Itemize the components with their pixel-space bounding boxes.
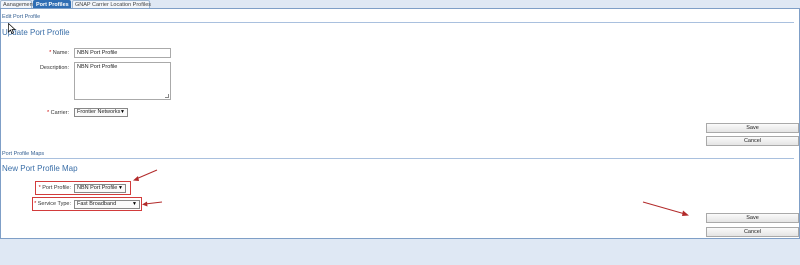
annotation-arrow-icon [133, 169, 158, 181]
carrier-select[interactable]: Frontier Networks ▼ [74, 108, 128, 117]
description-field[interactable]: NBN Port Profile [74, 62, 171, 100]
annotation-arrow-icon [142, 201, 163, 207]
required-marker: * [38, 185, 41, 191]
chevron-down-icon: ▼ [132, 201, 137, 207]
annotation-arrow-icon [642, 201, 689, 216]
edit-cancel-button[interactable]: Cancel [706, 136, 799, 146]
tab-gnap-carrier-location-profiles[interactable]: GNAP Carrier Location Profiles [72, 0, 151, 8]
map-cancel-button[interactable]: Cancel [706, 227, 799, 237]
port-profile-select[interactable]: NBN Port Profile ▼ [74, 184, 126, 193]
tab-port-profiles[interactable]: Port Profiles [33, 0, 71, 8]
edit-save-button[interactable]: Save [706, 123, 799, 133]
name-field[interactable] [74, 48, 171, 58]
map-save-button[interactable]: Save [706, 213, 799, 223]
chevron-down-icon: ▼ [120, 109, 125, 115]
resize-grip-icon[interactable] [165, 94, 169, 98]
map-section-divider [1, 158, 794, 159]
carrier-label: * Carrier: [46, 110, 69, 116]
edit-section-divider [1, 22, 794, 23]
edit-section-header: Edit Port Profile [2, 14, 41, 20]
new-port-profile-map-title: New Port Profile Map [2, 164, 78, 173]
map-section-header: Port Profile Maps [2, 151, 45, 157]
service-type-label: * Service Type: [34, 201, 71, 207]
port-profile-label: * Port Profile: [38, 185, 71, 191]
chevron-down-icon: ▼ [118, 185, 123, 191]
tab-management[interactable]: Aanagement [0, 0, 34, 8]
mouse-cursor-icon [8, 23, 16, 34]
name-label: * Name: [49, 50, 69, 56]
description-label: Description: [39, 65, 69, 71]
required-marker: * [49, 50, 52, 56]
service-type-select[interactable]: Fast Broadband ▼ [74, 200, 140, 209]
required-marker: * [34, 201, 37, 207]
required-marker: * [46, 110, 50, 116]
